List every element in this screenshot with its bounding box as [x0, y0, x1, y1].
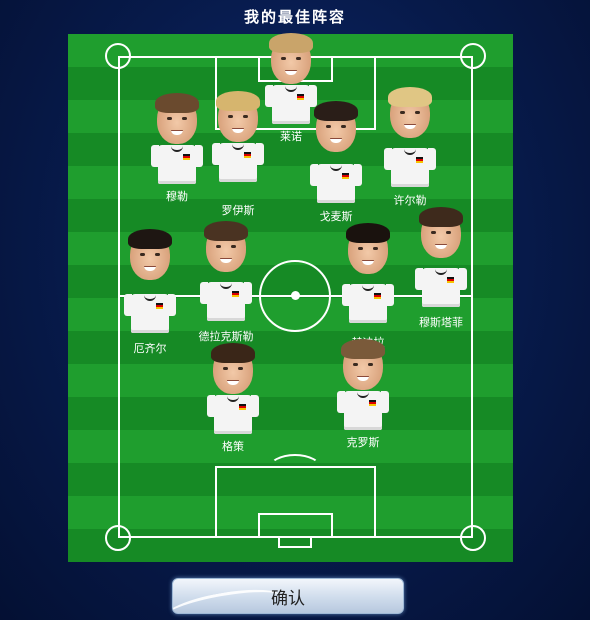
- player-name: 格策: [222, 440, 244, 453]
- player-hair: [155, 93, 199, 113]
- corner-arc-bottom-left: [105, 525, 131, 551]
- bottom-penalty-arc: [268, 454, 322, 484]
- player-shirt: [124, 294, 176, 333]
- bottom-goal: [278, 536, 312, 548]
- player-shirt: [415, 268, 467, 307]
- player-face: [314, 101, 358, 152]
- player-shirt: [200, 282, 252, 321]
- germany-flag-icon: [342, 173, 349, 179]
- player-card-gotze[interactable]: 格策: [195, 343, 271, 453]
- player-hair: [388, 87, 432, 107]
- player-hair: [314, 101, 358, 121]
- player-hair: [341, 339, 385, 359]
- player-card-draxler[interactable]: 德拉克斯勒: [188, 221, 264, 343]
- player-name: 许尔勒: [393, 194, 427, 207]
- center-spot: [291, 291, 300, 300]
- germany-flag-icon: [244, 152, 251, 158]
- player-name: 德拉克斯勒: [198, 330, 254, 343]
- player-hair: [204, 221, 248, 241]
- player-card-ozil[interactable]: 厄齐尔: [112, 229, 188, 355]
- germany-flag-icon: [239, 404, 246, 410]
- player-hair: [269, 33, 313, 53]
- player-card-gomez[interactable]: 戈麦斯: [298, 101, 374, 223]
- player-card-khedira[interactable]: 赫迪拉: [330, 223, 406, 349]
- player-shirt: [207, 395, 259, 434]
- player-shirt: [342, 284, 394, 323]
- player-shirt: [151, 145, 203, 184]
- confirm-button[interactable]: 确认: [172, 578, 404, 614]
- player-face: [128, 229, 172, 280]
- germany-flag-icon: [447, 277, 454, 283]
- player-face: [269, 33, 313, 84]
- corner-arc-top-right: [460, 43, 486, 69]
- player-face: [341, 339, 385, 390]
- germany-flag-icon: [374, 293, 381, 299]
- germany-flag-icon: [232, 291, 239, 297]
- germany-flag-icon: [183, 154, 190, 160]
- player-face: [388, 87, 432, 138]
- player-hair: [216, 91, 260, 111]
- page-title: 我的最佳阵容: [243, 8, 346, 26]
- bottom-goal-box: [258, 513, 333, 538]
- player-name: 克罗斯: [346, 436, 380, 449]
- player-face: [216, 91, 260, 142]
- player-hair: [211, 343, 255, 363]
- confirm-button-label: 确认: [271, 588, 305, 609]
- player-shirt: [337, 391, 389, 430]
- player-name: 罗伊斯: [221, 204, 255, 217]
- player-face: [155, 93, 199, 144]
- player-shirt: [310, 164, 362, 203]
- player-card-kroos[interactable]: 克罗斯: [325, 339, 401, 449]
- germany-flag-icon: [369, 400, 376, 406]
- player-hair: [346, 223, 390, 243]
- button-swoosh-decoration: [173, 582, 285, 613]
- corner-arc-bottom-right: [460, 525, 486, 551]
- germany-flag-icon: [416, 157, 423, 163]
- player-shirt: [212, 143, 264, 182]
- player-hair: [419, 207, 463, 227]
- player-card-reus[interactable]: 罗伊斯: [200, 91, 276, 217]
- player-face: [211, 343, 255, 394]
- player-card-schurrle[interactable]: 许尔勒: [372, 87, 448, 207]
- corner-arc-top-left: [105, 43, 131, 69]
- player-face: [419, 207, 463, 258]
- player-shirt: [384, 148, 436, 187]
- germany-flag-icon: [297, 94, 304, 100]
- player-name: 戈麦斯: [319, 210, 353, 223]
- germany-flag-icon: [156, 303, 163, 309]
- player-hair: [128, 229, 172, 249]
- player-card-mustafi[interactable]: 穆斯塔菲: [403, 207, 479, 329]
- player-face: [346, 223, 390, 274]
- player-face: [204, 221, 248, 272]
- player-name: 穆斯塔菲: [419, 316, 463, 329]
